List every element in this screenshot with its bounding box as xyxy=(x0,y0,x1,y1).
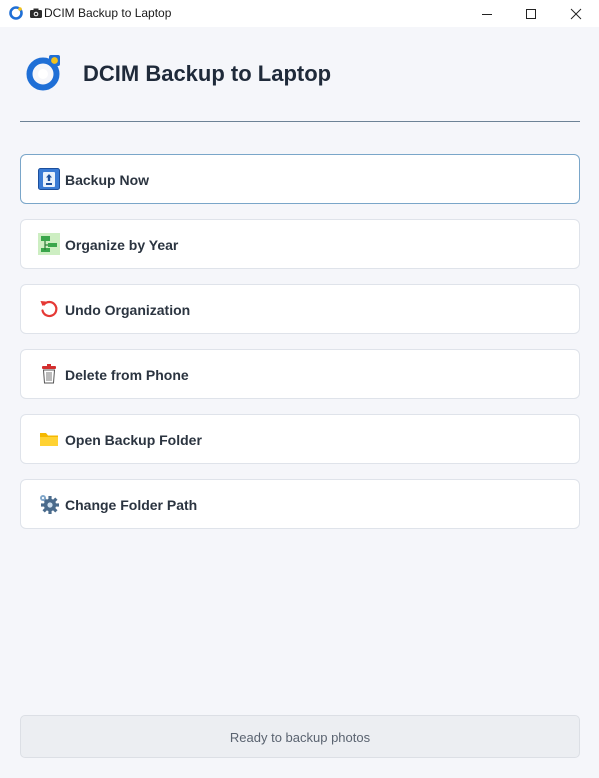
backup-now-button[interactable]: Backup Now xyxy=(20,154,580,204)
backup-icon xyxy=(38,168,60,190)
maximize-icon xyxy=(526,8,536,19)
undo-icon xyxy=(38,298,60,320)
maximize-button[interactable] xyxy=(508,0,554,27)
header-divider xyxy=(20,121,580,122)
trash-icon xyxy=(38,363,60,385)
gear-icon xyxy=(38,493,60,515)
status-text: Ready to backup photos xyxy=(229,730,371,745)
camera-lens-logo-icon xyxy=(26,55,60,91)
open-backup-folder-label: Open Backup Folder xyxy=(65,432,202,448)
change-folder-path-label: Change Folder Path xyxy=(65,497,198,513)
title-bar: DCIM Backup to Laptop xyxy=(0,0,599,27)
close-icon xyxy=(570,8,582,19)
organize-icon xyxy=(38,233,60,255)
organize-by-year-button[interactable]: Organize by Year xyxy=(20,219,580,269)
status-bar: Ready to backup photos xyxy=(20,715,580,758)
organize-by-year-label: Organize by Year xyxy=(65,237,179,253)
minimize-button[interactable] xyxy=(464,0,510,27)
open-backup-folder-button[interactable]: Open Backup Folder xyxy=(20,414,580,464)
backup-now-label: Backup Now xyxy=(65,172,150,188)
minimize-icon xyxy=(482,13,492,15)
camera-icon xyxy=(30,8,42,18)
delete-from-phone-button[interactable]: Delete from Phone xyxy=(20,349,580,399)
undo-organization-label: Undo Organization xyxy=(65,302,191,318)
undo-organization-button[interactable]: Undo Organization xyxy=(20,284,580,334)
delete-from-phone-label: Delete from Phone xyxy=(65,367,189,383)
folder-icon xyxy=(38,428,60,450)
close-button[interactable] xyxy=(553,0,599,27)
app-icon xyxy=(9,6,23,20)
change-folder-path-button[interactable]: Change Folder Path xyxy=(20,479,580,529)
app-window: DCIM Backup to Laptop DCIM Backup to Lap… xyxy=(0,0,599,778)
window-title: DCIM Backup to Laptop xyxy=(44,6,172,20)
page-title: DCIM Backup to Laptop xyxy=(83,61,332,86)
